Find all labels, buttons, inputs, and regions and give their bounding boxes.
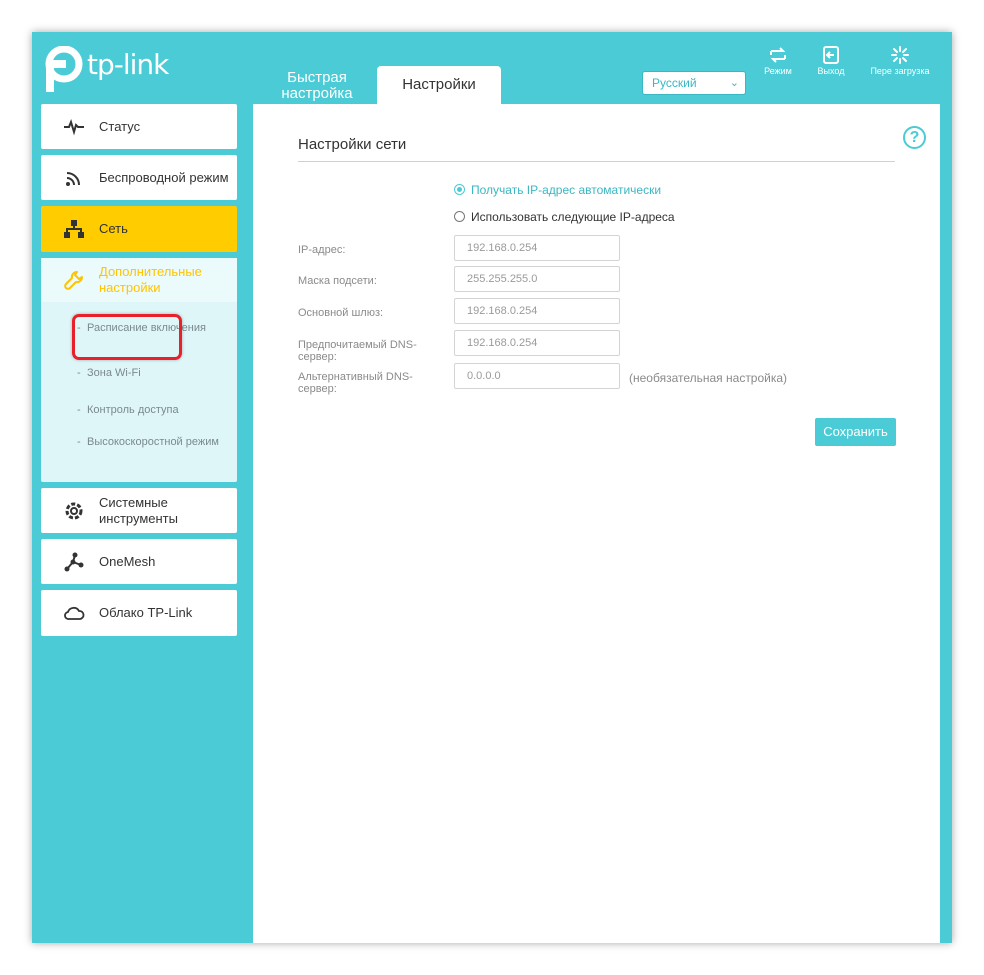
sidebar-item-label: Облако TP-Link — [99, 605, 193, 620]
secondary-dns-label: Альтернативный DNS-сервер: — [298, 371, 413, 395]
subnet-mask-input: 255.255.255.0 — [454, 266, 620, 292]
ip-address-label: IP-адрес: — [298, 244, 346, 256]
logo-text: tp-link — [87, 48, 169, 81]
sidebar-item-advanced[interactable]: Дополнительные настройки - Расписание вк… — [41, 258, 237, 482]
radio-checked-icon — [454, 184, 465, 195]
gear-icon — [65, 502, 83, 519]
onemesh-icon — [64, 552, 84, 571]
mode-label: Режим — [764, 66, 792, 76]
sidebar-item-label: Беспроводной режим — [99, 169, 229, 185]
sidebar-item-cloud[interactable]: Облако TP-Link — [41, 590, 237, 636]
sidebar-item-label: Статус — [99, 118, 141, 134]
submenu-item-access-control[interactable]: - Контроль доступа — [77, 404, 227, 417]
secondary-dns-input: 0.0.0.0 — [454, 363, 620, 389]
chevron-down-icon: ⌄ — [729, 77, 739, 89]
sidebar-item-wireless[interactable]: Беспроводной режим — [41, 155, 237, 200]
radio-unchecked-icon — [454, 211, 465, 222]
logout-button[interactable]: Выход — [811, 46, 851, 76]
language-select[interactable]: Русский ⌄ — [642, 71, 746, 95]
tp-link-logo-icon — [45, 45, 83, 92]
reboot-icon — [891, 46, 909, 64]
subnet-mask-label: Маска подсети: — [298, 275, 377, 287]
submenu-item-schedule[interactable]: - Расписание включения — [77, 322, 227, 335]
optional-note: (необязательная настройка) — [629, 371, 788, 385]
sidebar-item-label: Дополнительные настройки — [99, 264, 202, 295]
sidebar-item-label: OneMesh — [99, 553, 156, 569]
mode-icon — [770, 47, 786, 63]
sidebar-item-advanced-header[interactable]: Дополнительные настройки — [41, 258, 237, 302]
sidebar-item-system-tools[interactable]: Системные инструменты — [41, 488, 237, 533]
reboot-button[interactable]: Пере загрузка — [861, 46, 939, 76]
title-divider — [298, 161, 895, 162]
wifi-icon — [66, 171, 80, 186]
logout-icon — [823, 46, 839, 64]
gateway-label: Основной шлюз: — [298, 307, 384, 319]
sidebar-item-label: Сеть — [99, 221, 128, 236]
radio-auto-ip-label: Получать IP-адрес автоматически — [471, 183, 662, 197]
submenu-item-high-speed[interactable]: - Высокоскоростной режим — [77, 436, 227, 449]
radio-manual-ip[interactable]: Использовать следующие IP-адреса — [454, 210, 675, 224]
save-button[interactable]: Сохранить — [815, 418, 896, 446]
wrench-icon — [64, 271, 83, 290]
primary-dns-input: 192.168.0.254 — [454, 330, 620, 356]
radio-manual-ip-label: Использовать следующие IP-адреса — [471, 210, 675, 224]
logout-label: Выход — [817, 66, 845, 76]
tab-quick-setup[interactable]: Быстрая настройка — [272, 66, 362, 104]
sidebar-item-status[interactable]: Статус — [41, 104, 237, 149]
sidebar-item-onemesh[interactable]: OneMesh — [41, 539, 237, 584]
help-icon[interactable]: ? — [903, 126, 926, 149]
reboot-label: Пере загрузка — [870, 66, 930, 76]
gateway-input: 192.168.0.254 — [454, 298, 620, 324]
radio-auto-ip[interactable]: Получать IP-адрес автоматически — [454, 183, 661, 197]
ip-address-input: 192.168.0.254 — [454, 235, 620, 261]
cloud-icon — [64, 606, 85, 620]
sidebar-item-label: Системные инструменты — [99, 494, 178, 526]
router-admin-window: tp-link Быстрая настройка Настройки Русс… — [32, 32, 952, 943]
tp-link-logo: tp-link — [40, 45, 170, 94]
mode-button[interactable]: Режим — [758, 46, 798, 76]
tab-settings[interactable]: Настройки — [377, 66, 501, 104]
language-select-value: Русский — [652, 76, 697, 90]
sidebar-item-network[interactable]: Сеть — [41, 206, 237, 252]
network-icon — [64, 220, 84, 238]
status-pulse-icon — [64, 118, 84, 136]
main-panel: Настройки сети ? Получать IP-адрес автом… — [253, 104, 940, 943]
page-title: Настройки сети — [298, 136, 407, 153]
submenu-item-wifi-zone[interactable]: - Зона Wi-Fi — [77, 367, 227, 380]
primary-dns-label: Предпочитаемый DNS-сервер: — [298, 339, 417, 363]
